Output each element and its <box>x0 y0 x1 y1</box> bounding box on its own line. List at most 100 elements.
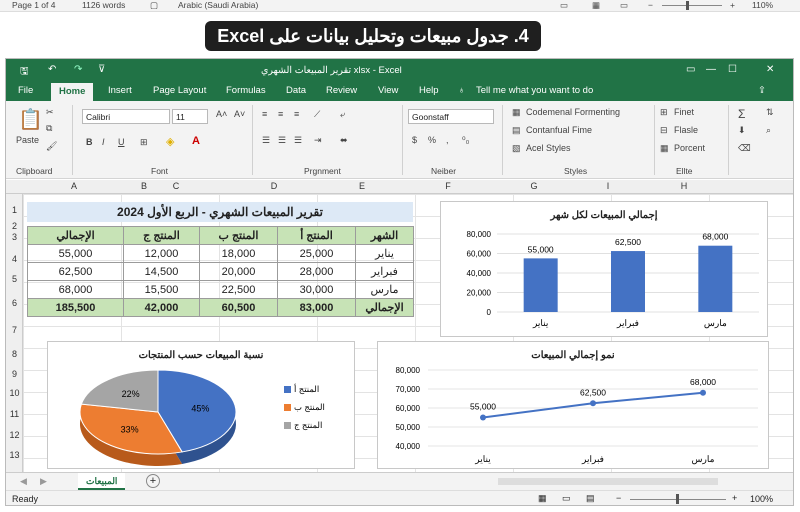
table-total-cell[interactable]: 60,500 <box>199 298 278 317</box>
zoom-in-icon[interactable]: + <box>730 0 735 10</box>
bold-button[interactable]: B <box>86 137 93 147</box>
table-total-cell[interactable]: 185,500 <box>27 298 124 317</box>
grow-font-icon[interactable]: A˄ <box>216 109 227 119</box>
table-cell[interactable]: 28,000 <box>277 262 356 281</box>
table-cell[interactable]: 55,000 <box>27 244 124 263</box>
align-bottom-icon[interactable]: ≡ <box>294 109 299 119</box>
align-top-icon[interactable]: ≡ <box>262 109 267 119</box>
zoom-out-button[interactable]: − <box>616 493 621 503</box>
read-mode-icon[interactable]: ▭ <box>560 0 568 11</box>
fill-color-icon[interactable]: ◈ <box>166 135 174 148</box>
proofing-icon[interactable]: ▢ <box>150 0 158 11</box>
table-cell[interactable]: 15,500 <box>123 280 200 299</box>
undo-icon[interactable]: ↶ <box>48 64 56 75</box>
zoom-in-button[interactable]: + <box>732 493 737 503</box>
sheet-nav-left-icon[interactable]: ◀ <box>20 476 27 487</box>
table-cell[interactable]: مارس <box>355 280 414 299</box>
zoom-out-icon[interactable]: − <box>648 0 653 10</box>
print-layout-icon[interactable]: ▦ <box>592 0 600 11</box>
zoom-percent[interactable]: 100% <box>750 494 773 504</box>
row-header[interactable]: 8 <box>6 349 23 359</box>
cell-styles-icon[interactable]: ▧ <box>512 143 521 154</box>
maximize-icon[interactable]: ☐ <box>728 64 737 75</box>
format-cells-icon[interactable]: ▦ <box>660 143 669 154</box>
horizontal-scrollbar[interactable] <box>498 478 718 485</box>
column-header[interactable]: G <box>524 181 544 191</box>
indent-icon[interactable]: ⇥ <box>314 135 322 146</box>
sheet-tab-sales[interactable]: المبيعات <box>78 473 126 490</box>
line-chart[interactable]: نمو إجمالي المبيعات 80,000 70,000 60,000 50… <box>377 341 769 469</box>
lightbulb-icon[interactable]: ♁ <box>458 85 465 96</box>
column-header[interactable]: C <box>166 181 186 191</box>
table-header-cell[interactable]: الشهر <box>355 226 414 245</box>
percent-icon[interactable]: % <box>428 135 436 145</box>
table-header-cell[interactable]: المنتج ب <box>199 226 278 245</box>
table-cell[interactable]: 62,500 <box>27 262 124 281</box>
table-cell[interactable]: يناير <box>355 244 414 263</box>
cut-icon[interactable]: ✂ <box>46 107 54 118</box>
page-layout-view-icon[interactable]: ▭ <box>562 493 571 504</box>
row-header[interactable]: 10 <box>6 388 23 398</box>
table-header-cell[interactable]: الإجمالي <box>27 226 124 245</box>
autosum-icon[interactable]: Σ <box>738 107 745 121</box>
fill-icon[interactable]: ⬇ <box>738 125 746 136</box>
delete-cells-icon[interactable]: ⊟ <box>660 125 668 136</box>
sort-filter-icon[interactable]: ⇅ <box>766 107 774 118</box>
table-cell[interactable]: فبراير <box>355 262 414 281</box>
table-cell[interactable]: 68,000 <box>27 280 124 299</box>
table-total-cell[interactable]: 42,000 <box>123 298 200 317</box>
delete-cells-button[interactable]: Flasle <box>674 125 698 135</box>
normal-view-icon[interactable]: ▦ <box>538 493 547 504</box>
format-cells-button[interactable]: Porcent <box>674 143 705 153</box>
tell-me-search[interactable]: Tell me what you want to do <box>476 85 593 96</box>
pie-chart[interactable]: نسبة المبيعات حسب المنتجات 45% 33% 22% المن… <box>47 341 355 469</box>
table-cell[interactable]: 30,000 <box>277 280 356 299</box>
format-table-icon[interactable]: ▤ <box>512 125 521 136</box>
bar-chart[interactable]: إجمالي المبيعات لكل شهر 80,000 60,000 40,0… <box>440 201 768 337</box>
zoom-slider[interactable] <box>662 5 722 6</box>
row-header[interactable]: 3 <box>6 232 23 242</box>
close-icon[interactable]: ✕ <box>766 64 774 75</box>
share-icon[interactable]: ⇪ <box>758 85 766 96</box>
minimize-icon[interactable]: — <box>706 64 716 75</box>
redo-icon[interactable]: ↷ <box>74 64 82 75</box>
language-label[interactable]: Arabic (Saudi Arabia) <box>178 0 258 10</box>
underline-button[interactable]: U <box>118 137 125 147</box>
row-header[interactable]: 5 <box>6 274 23 284</box>
decimal-icon[interactable]: ⁰₀ <box>462 135 469 146</box>
paste-button[interactable]: Paste <box>16 135 39 145</box>
zoom-level[interactable]: 110% <box>752 0 773 10</box>
tab-data[interactable]: Data <box>286 85 306 96</box>
row-header[interactable]: 11 <box>6 409 23 419</box>
align-right-icon[interactable]: ☰ <box>294 135 302 146</box>
row-header[interactable]: 4 <box>6 254 23 264</box>
tab-formulas[interactable]: Formulas <box>226 85 266 96</box>
tab-home[interactable]: Home <box>51 83 94 101</box>
row-header[interactable]: 9 <box>6 369 23 379</box>
table-total-cell[interactable]: الإجمالي <box>355 298 414 317</box>
ribbon-options-icon[interactable]: ▭ <box>686 64 695 75</box>
save-icon[interactable]: 🖫 <box>20 64 29 81</box>
row-header[interactable]: 13 <box>6 450 23 460</box>
comma-icon[interactable]: , <box>446 135 449 145</box>
column-header[interactable]: A <box>64 181 84 191</box>
row-header[interactable]: 1 <box>6 205 23 215</box>
tab-review[interactable]: Review <box>326 85 357 96</box>
italic-button[interactable]: I <box>102 137 105 147</box>
format-table-button[interactable]: Contanfual Fime <box>526 125 592 135</box>
column-header[interactable]: I <box>598 181 618 191</box>
merge-icon[interactable]: ⬌ <box>340 135 348 146</box>
qat-menu-icon[interactable]: ⊽ <box>98 64 105 75</box>
column-header[interactable]: E <box>352 181 372 191</box>
currency-icon[interactable]: $ <box>412 135 417 145</box>
paste-icon[interactable]: 📋 <box>18 107 43 132</box>
table-cell[interactable]: 18,000 <box>199 244 278 263</box>
cell-styles-button[interactable]: Acel Styles <box>526 143 571 153</box>
format-painter-icon[interactable]: 🖌 <box>46 141 57 152</box>
insert-cells-button[interactable]: Finet <box>674 107 694 117</box>
column-header[interactable]: B <box>134 181 154 191</box>
orientation-icon[interactable]: ⟋ <box>314 109 320 120</box>
find-select-icon[interactable]: ⌕ <box>766 125 771 136</box>
row-header[interactable]: 2 <box>6 221 23 231</box>
column-header[interactable]: F <box>438 181 458 191</box>
